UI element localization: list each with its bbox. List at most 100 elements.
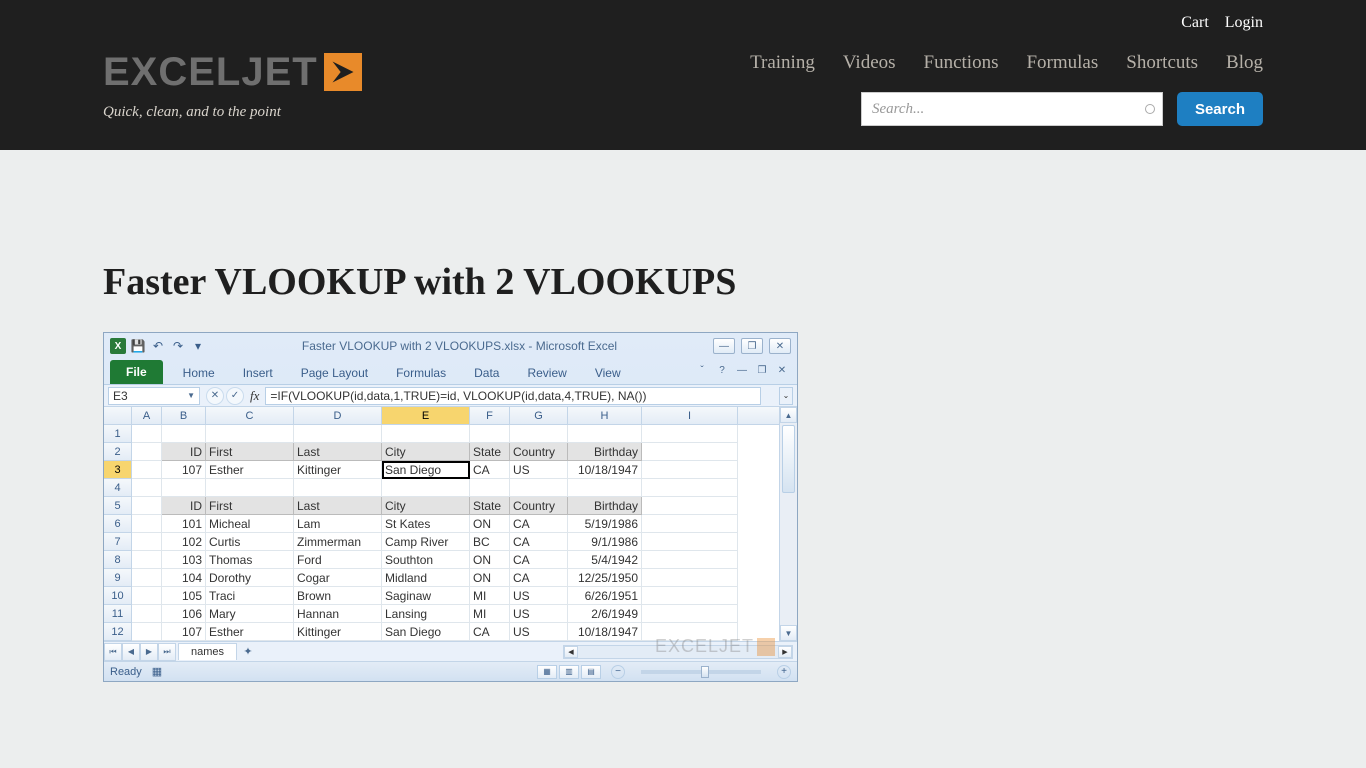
view-page-layout-icon: ▥	[559, 665, 579, 679]
table-cell: Lam	[294, 515, 382, 533]
table-header-cell: First	[206, 443, 294, 461]
table-cell	[132, 623, 162, 641]
sheet-tab-names: names	[178, 643, 237, 660]
nav-blog[interactable]: Blog	[1226, 52, 1263, 74]
table-cell	[568, 425, 642, 443]
table-cell	[642, 461, 738, 479]
table-cell: Ford	[294, 551, 382, 569]
table-header-cell	[132, 443, 162, 461]
table-cell: Camp River	[382, 533, 470, 551]
table-cell: Kittinger	[294, 623, 382, 641]
search-button[interactable]: Search	[1177, 92, 1263, 126]
site-header: Cart Login EXCELJET Quick, clean, and to…	[0, 0, 1366, 150]
row-header: 11	[104, 605, 132, 623]
table-header-cell: ID	[162, 497, 206, 515]
table-cell: 105	[162, 587, 206, 605]
fx-enter-icon: ✓	[226, 387, 244, 405]
excel-document-title: Faster VLOOKUP with 2 VLOOKUPS.xlsx - Mi…	[206, 339, 713, 353]
table-cell: Micheal	[206, 515, 294, 533]
nav-shortcuts[interactable]: Shortcuts	[1126, 52, 1198, 74]
sheet-nav-next-icon: ▶	[140, 643, 158, 661]
table-cell: 106	[162, 605, 206, 623]
table-cell	[162, 425, 206, 443]
table-cell	[568, 479, 642, 497]
table-cell	[510, 425, 568, 443]
row-header: 7	[104, 533, 132, 551]
row-header: 1	[104, 425, 132, 443]
column-header: H	[568, 407, 642, 424]
table-cell: US	[510, 605, 568, 623]
table-cell	[206, 479, 294, 497]
table-cell: US	[510, 587, 568, 605]
table-cell	[642, 587, 738, 605]
login-link[interactable]: Login	[1225, 14, 1263, 32]
table-cell: 101	[162, 515, 206, 533]
search-input[interactable]	[861, 92, 1163, 126]
table-cell: Hannan	[294, 605, 382, 623]
scroll-left-icon: ◀	[564, 646, 578, 658]
table-cell: CA	[470, 623, 510, 641]
window-restore-icon: ❐	[741, 338, 763, 354]
vertical-scrollbar: ▲ ▼	[779, 407, 797, 641]
row-header: 3	[104, 461, 132, 479]
row-header: 6	[104, 515, 132, 533]
sheet-add-icon: ✦	[237, 645, 259, 658]
table-cell: Southton	[382, 551, 470, 569]
column-header: I	[642, 407, 738, 424]
logo[interactable]: EXCELJET	[103, 52, 362, 92]
brand-block: EXCELJET Quick, clean, and to the point	[103, 52, 362, 121]
table-cell	[642, 569, 738, 587]
sheet-nav-prev-icon: ◀	[122, 643, 140, 661]
search-clear-icon[interactable]	[1145, 104, 1155, 114]
ribbon-tab-data: Data	[460, 362, 513, 384]
table-cell: Lansing	[382, 605, 470, 623]
table-cell	[642, 533, 738, 551]
tagline: Quick, clean, and to the point	[103, 104, 362, 121]
formula-bar: E3▼ ✕ ✓ fx =IF(VLOOKUP(id,data,1,TRUE)=i…	[104, 385, 797, 407]
zoom-slider	[641, 670, 761, 674]
table-cell	[382, 479, 470, 497]
nav-functions[interactable]: Functions	[924, 52, 999, 74]
table-cell: 10/18/1947	[568, 623, 642, 641]
table-cell	[510, 479, 568, 497]
fx-cancel-icon: ✕	[206, 387, 224, 405]
table-cell: 107	[162, 623, 206, 641]
cart-link[interactable]: Cart	[1181, 14, 1209, 32]
table-cell: Kittinger	[294, 461, 382, 479]
column-header: E	[382, 407, 470, 424]
nav-formulas[interactable]: Formulas	[1026, 52, 1098, 74]
table-cell: 103	[162, 551, 206, 569]
table-cell: ON	[470, 569, 510, 587]
table-cell: Esther	[206, 461, 294, 479]
ribbon-tab-home: Home	[169, 362, 229, 384]
table-cell	[132, 479, 162, 497]
table-cell	[206, 425, 294, 443]
table-cell: MI	[470, 605, 510, 623]
zoom-in-icon: +	[777, 665, 791, 679]
table-cell: CA	[510, 551, 568, 569]
spreadsheet-grid: ABCDEFGHI12IDFirstLastCityStateCountryBi…	[104, 407, 797, 641]
table-cell: CA	[510, 569, 568, 587]
row-header: 12	[104, 623, 132, 641]
table-cell: BC	[470, 533, 510, 551]
qat-customize-icon: ▾	[190, 338, 206, 354]
row-header: 2	[104, 443, 132, 461]
table-header-cell	[132, 497, 162, 515]
table-cell	[132, 533, 162, 551]
column-header: F	[470, 407, 510, 424]
table-cell: 2/6/1949	[568, 605, 642, 623]
table-header-cell: City	[382, 497, 470, 515]
excel-title-bar: X 💾 ↶ ↷ ▾ Faster VLOOKUP with 2 VLOOKUPS…	[104, 333, 797, 359]
nav-videos[interactable]: Videos	[843, 52, 896, 74]
workbook-minimize-icon: —	[735, 363, 749, 377]
table-cell: Cogar	[294, 569, 382, 587]
table-header-cell: Birthday	[568, 497, 642, 515]
table-header-cell: State	[470, 443, 510, 461]
row-header: 10	[104, 587, 132, 605]
ribbon-tab-view: View	[581, 362, 635, 384]
qat-save-icon: 💾	[130, 338, 146, 354]
workbook-restore-icon: ❐	[755, 363, 769, 377]
nav-training[interactable]: Training	[750, 52, 815, 74]
table-cell: US	[510, 461, 568, 479]
table-cell: Mary	[206, 605, 294, 623]
